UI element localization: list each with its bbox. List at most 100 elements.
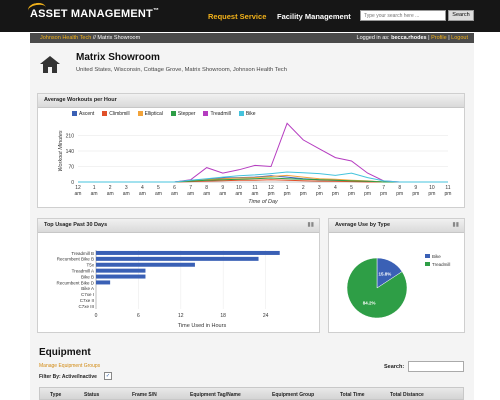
- nav-facility-management[interactable]: Facility Management: [277, 12, 351, 21]
- legend-label: Stepper: [177, 111, 196, 117]
- legend-item[interactable]: Stepper: [170, 111, 196, 117]
- user-area: Logged in as: becca.rhodes | Profile | L…: [356, 35, 468, 41]
- x-tick-period: pm: [268, 191, 275, 197]
- legend-swatch: [170, 111, 176, 117]
- y-axis-label: Workout Minutes: [58, 130, 64, 172]
- legend-label: Elliptical: [144, 111, 163, 117]
- workouts-legend: Ascent Climbmill Elliptical Stepper Treadmil…: [72, 111, 256, 117]
- legend-swatch: [102, 111, 108, 117]
- page-subtitle: United States, Wisconsin, Cottage Grove,…: [76, 67, 287, 73]
- x-tick-period: pm: [364, 191, 371, 197]
- y-tick-label: 70: [68, 165, 74, 171]
- usage-panel-title: Top Usage Past 30 Days: [44, 222, 108, 228]
- category-label: C7xe I: [81, 292, 94, 297]
- top-bar: ASSET MANAGEMENT™ Request Service Facili…: [0, 0, 500, 32]
- bar: [96, 280, 111, 285]
- series-line-treadmill: [78, 122, 448, 183]
- x-tick-period: am: [123, 191, 130, 197]
- column-header-total-distance[interactable]: Total Distance: [390, 392, 424, 398]
- x-tick-period: pm: [332, 191, 339, 197]
- breadcrumb-item-current: Matrix Showroom: [97, 35, 141, 41]
- x-tick-label: 12: [178, 313, 184, 319]
- legend-item[interactable]: Climbmill: [102, 111, 130, 117]
- logo-trademark: ™: [152, 8, 160, 14]
- workouts-panel-header: Average Workouts per Hour: [38, 94, 464, 108]
- chart-options-icon[interactable]: ▮▮: [452, 219, 459, 232]
- home-icon[interactable]: [38, 54, 62, 74]
- x-tick-period: am: [91, 191, 98, 197]
- category-label: Bike A: [81, 286, 94, 291]
- filter-checkbox[interactable]: ✓: [104, 372, 112, 380]
- x-tick-label: 0: [95, 313, 98, 319]
- type-panel-title: Average Use by Type: [335, 222, 391, 228]
- legend-swatch: [425, 254, 430, 258]
- type-chart: 15.8% 84.2% Bike Treadmill: [346, 254, 450, 319]
- category-label: C7xe II: [80, 298, 94, 303]
- x-tick-period: pm: [300, 191, 307, 197]
- type-panel: Average Use by Type ▮▮ 15.8% 84.2% Bike Tre…: [328, 218, 465, 333]
- legend-label: Bike: [245, 111, 256, 117]
- x-tick-period: am: [219, 191, 226, 197]
- y-tick-label: 210: [66, 134, 75, 140]
- x-tick-period: pm: [348, 191, 355, 197]
- equipment-search-label: Search:: [384, 364, 405, 370]
- x-tick-period: am: [187, 191, 194, 197]
- x-tick-period: pm: [316, 191, 323, 197]
- type-panel-header: Average Use by Type ▮▮: [329, 219, 464, 233]
- x-tick-period: am: [171, 191, 178, 197]
- column-header-group[interactable]: Equipment Group: [272, 392, 314, 398]
- bar: [96, 262, 195, 267]
- legend-swatch: [137, 111, 143, 117]
- x-tick-period: pm: [445, 191, 452, 197]
- x-axis-label: Time Used in Hours: [178, 323, 227, 329]
- logout-link[interactable]: Logout: [451, 35, 468, 41]
- pie-label: 15.8%: [379, 272, 392, 277]
- category-label: C7xe III: [78, 304, 94, 309]
- column-header-type[interactable]: Type: [50, 392, 61, 398]
- legend-item[interactable]: Ascent: [72, 111, 94, 117]
- logged-in-label: Logged in as:: [356, 35, 390, 41]
- bar: [96, 250, 280, 255]
- bar: [96, 256, 259, 261]
- chart-options-icon[interactable]: ▮▮: [307, 219, 314, 232]
- breadcrumb-item-company[interactable]: Johnson Health Tech: [40, 35, 91, 41]
- legend-item[interactable]: Elliptical: [137, 111, 163, 117]
- workouts-panel-title: Average Workouts per Hour: [44, 97, 117, 103]
- page-title: Matrix Showroom: [76, 52, 160, 63]
- column-header-tag-name[interactable]: Equipment Tag/Name: [190, 392, 241, 398]
- usage-panel: Top Usage Past 30 Days ▮▮ 0 6 12 18 24 Treadm…: [37, 218, 320, 333]
- column-header-total-time[interactable]: Total Time: [340, 392, 365, 398]
- category-label: Recumbent Bike D: [56, 280, 94, 285]
- legend-label: Climbmill: [109, 111, 130, 117]
- search-input[interactable]: [360, 10, 446, 21]
- equipment-search-input[interactable]: [408, 361, 464, 372]
- column-header-frame-sn[interactable]: Frame S/N: [132, 392, 157, 398]
- x-tick-label: 6: [137, 313, 140, 319]
- nav-request-service[interactable]: Request Service: [208, 12, 266, 21]
- category-label: Treadmill A: [72, 268, 94, 273]
- category-label: Bike B: [81, 274, 94, 279]
- column-header-status[interactable]: Status: [84, 392, 99, 398]
- legend-item[interactable]: Bike: [238, 111, 256, 117]
- manage-groups-link[interactable]: Manage Equipment Groups: [39, 363, 100, 369]
- x-tick-period: am: [203, 191, 210, 197]
- x-tick-period: pm: [412, 191, 419, 197]
- breadcrumb: Johnson Health Tech // Matrix Showroom L…: [30, 33, 474, 43]
- search-button[interactable]: Search: [448, 10, 474, 21]
- user-name: becca.rhodes: [391, 35, 427, 41]
- breadcrumb-separator: //: [92, 35, 96, 41]
- x-tick-period: am: [107, 191, 114, 197]
- x-tick-label: 24: [263, 313, 269, 319]
- x-tick-period: am: [139, 191, 146, 197]
- legend-swatch: [238, 111, 244, 117]
- x-tick-period: am: [251, 191, 258, 197]
- logo-text: ASSET MANAGEMENT: [30, 8, 153, 20]
- filter-label: Filter By: Active/Inactive: [39, 374, 97, 380]
- x-axis-label: Time of Day: [248, 199, 279, 205]
- logo[interactable]: ASSET MANAGEMENT™: [27, 1, 160, 20]
- pie-label: 84.2%: [363, 301, 376, 306]
- legend-item[interactable]: Treadmill: [203, 111, 231, 117]
- category-label: Treadmill B: [71, 251, 94, 256]
- profile-link[interactable]: Profile: [431, 35, 447, 41]
- x-tick-period: pm: [284, 191, 291, 197]
